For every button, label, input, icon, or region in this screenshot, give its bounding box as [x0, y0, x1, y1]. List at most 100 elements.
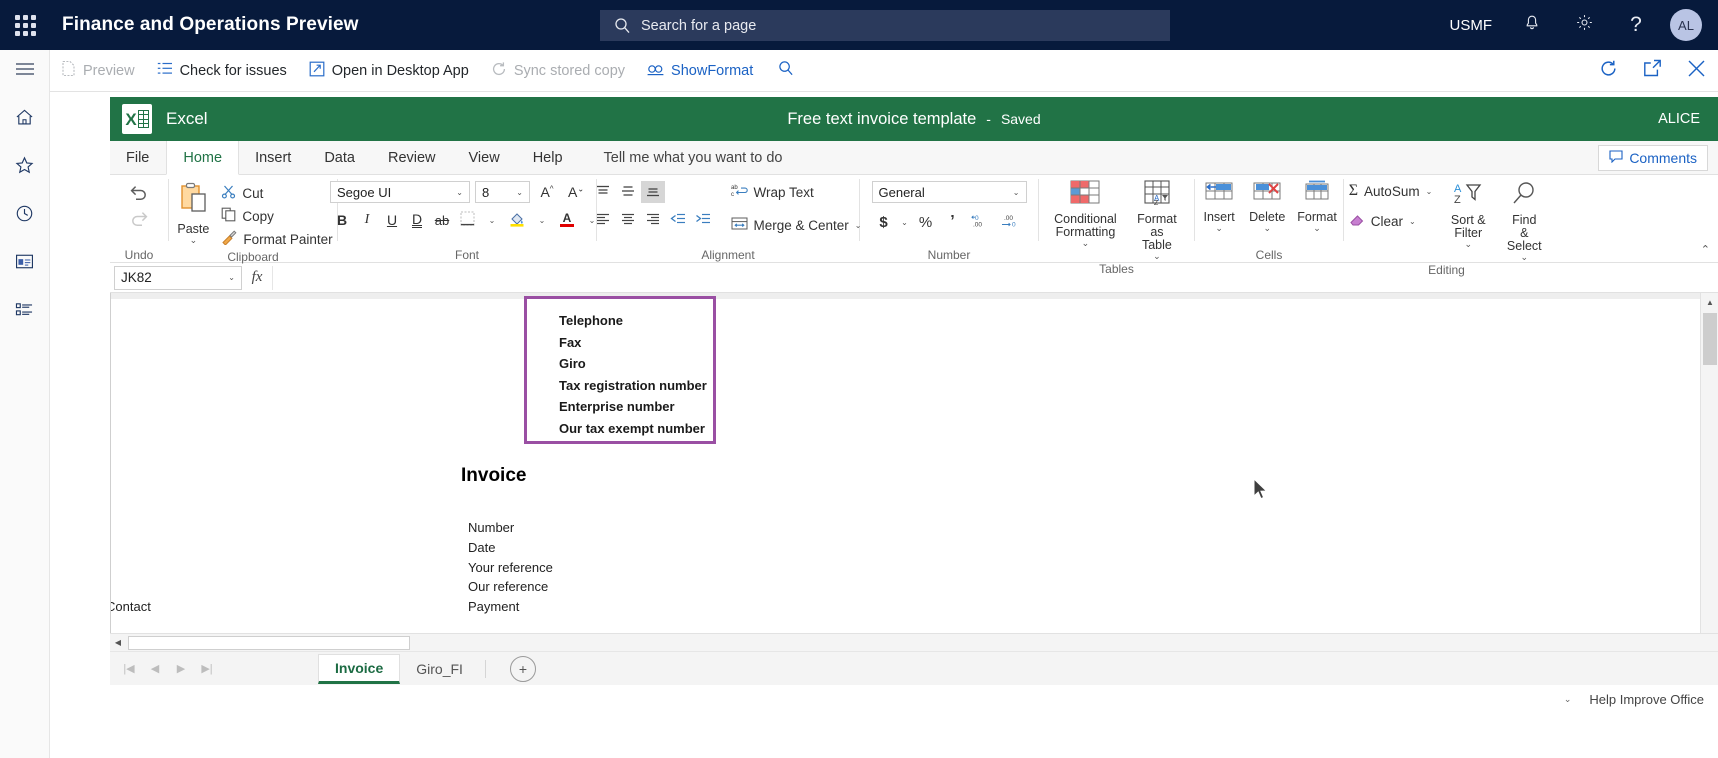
decrease-decimal-button[interactable]: .000 [997, 211, 1023, 233]
decrease-font-size-button[interactable]: A⌄ [564, 181, 588, 203]
font-color-button[interactable]: A [555, 209, 579, 231]
open-in-desktop-app-button[interactable]: Open in Desktop App [298, 50, 480, 92]
paste-button[interactable]: Paste ⌄ [169, 179, 217, 245]
font-size-select[interactable]: 8 ⌄ [475, 181, 530, 203]
showformat-button[interactable]: ShowFormat [636, 50, 764, 92]
strikethrough-button[interactable]: ab [430, 209, 454, 231]
help-button[interactable]: ? [1610, 0, 1662, 50]
name-box[interactable]: JK82 ⌄ [114, 266, 242, 290]
underline-button[interactable]: U [380, 209, 404, 231]
sidebar-item-favorites[interactable] [0, 146, 50, 189]
align-right-button[interactable] [641, 209, 665, 231]
increase-font-size-button[interactable]: A^ [535, 181, 559, 203]
align-bottom-button[interactable] [641, 181, 665, 203]
sidebar-item-home[interactable] [0, 98, 50, 141]
wrap-text-button[interactable]: abc Wrap Text [727, 182, 866, 202]
tab-insert[interactable]: Insert [239, 141, 308, 174]
undo-button[interactable] [127, 183, 151, 205]
chevron-down-icon[interactable]: ⌄ [1263, 224, 1271, 233]
first-sheet-button[interactable]: |◀ [116, 656, 142, 682]
sheet-tab-giro-fi[interactable]: Giro_FI [400, 654, 479, 684]
format-cells-button[interactable]: Format ⌄ [1291, 179, 1343, 233]
sidebar-item-modules[interactable] [0, 290, 50, 333]
horizontal-scroll-thumb[interactable] [128, 636, 410, 650]
selected-range[interactable]: Telephone Fax Giro Tax registration numb… [524, 296, 716, 444]
chevron-down-icon[interactable]: ⌄ [1153, 252, 1161, 261]
fill-color-dropdown[interactable]: ⌄ [530, 209, 554, 231]
chevron-down-icon[interactable]: ⌄ [1426, 187, 1433, 196]
insert-function-button[interactable]: fx [242, 266, 272, 290]
popout-button[interactable] [1630, 50, 1674, 92]
search-input[interactable]: Search for a page [600, 10, 1170, 41]
chevron-down-icon[interactable]: ⌄ [1082, 239, 1090, 248]
chevron-down-icon[interactable]: ⌄ [1313, 224, 1321, 233]
clear-button[interactable]: Clear ⌄ [1345, 211, 1437, 231]
vertical-scroll-thumb[interactable] [1703, 313, 1717, 365]
tab-data[interactable]: Data [308, 141, 372, 174]
align-left-button[interactable] [591, 209, 615, 231]
tab-file[interactable]: File [110, 141, 166, 174]
preview-button[interactable]: Preview [50, 50, 146, 92]
status-expand-chevron-icon[interactable]: ⌄ [1564, 694, 1572, 705]
help-improve-office-label[interactable]: Help Improve Office [1589, 692, 1704, 707]
comma-format-button[interactable]: ʼ [941, 211, 965, 233]
vertical-scrollbar[interactable]: ▲ [1700, 293, 1718, 633]
font-name-select[interactable]: Segoe UI ⌄ [330, 181, 470, 203]
decrease-indent-button[interactable] [666, 209, 690, 231]
chevron-down-icon[interactable]: ⌄ [1521, 253, 1529, 262]
format-as-table-button[interactable]: A Z Format as Table ⌄ [1128, 179, 1186, 261]
autosum-button[interactable]: Σ AutoSum ⌄ [1345, 181, 1437, 201]
horizontal-scrollbar[interactable]: ◀ [110, 633, 1718, 651]
settings-button[interactable] [1558, 0, 1610, 50]
double-underline-button[interactable]: D [405, 209, 429, 231]
chevron-down-icon[interactable]: ⌄ [1215, 224, 1223, 233]
align-center-button[interactable] [616, 209, 640, 231]
borders-dropdown[interactable]: ⌄ [480, 209, 504, 231]
previous-sheet-button[interactable]: ◀ [142, 656, 168, 682]
align-middle-button[interactable] [616, 181, 640, 203]
chevron-down-icon[interactable]: ⌄ [1465, 240, 1473, 249]
refresh-button[interactable] [1586, 50, 1630, 92]
comments-button[interactable]: Comments [1598, 145, 1708, 171]
accounting-format-dropdown[interactable]: ⌄ [899, 211, 911, 233]
borders-button[interactable] [455, 209, 479, 231]
increase-decimal-button[interactable]: 0.00 [968, 211, 994, 233]
align-top-button[interactable] [591, 181, 615, 203]
collapse-ribbon-button[interactable]: ⌃ [1701, 243, 1710, 256]
percent-format-button[interactable]: % [914, 211, 938, 233]
sidebar-item-workspaces[interactable] [0, 242, 50, 285]
tab-review[interactable]: Review [372, 141, 453, 174]
sheet-tab-invoice[interactable]: Invoice [318, 654, 400, 684]
format-painter-button[interactable]: Format Painter [217, 229, 336, 249]
sort-and-filter-button[interactable]: AZ Sort & Filter ⌄ [1444, 181, 1492, 249]
add-sheet-button[interactable]: + [510, 656, 536, 682]
find-and-select-button[interactable]: Find & Select ⌄ [1500, 181, 1548, 262]
scroll-left-arrow[interactable]: ◀ [110, 635, 126, 651]
last-sheet-button[interactable]: ▶| [194, 656, 220, 682]
sync-stored-copy-button[interactable]: Sync stored copy [480, 50, 636, 92]
merge-and-center-button[interactable]: Merge & Center ⌄ [727, 215, 866, 235]
next-sheet-button[interactable]: ▶ [168, 656, 194, 682]
chevron-down-icon[interactable]: ⌄ [190, 236, 198, 245]
italic-button[interactable]: I [355, 209, 379, 231]
company-selector[interactable]: USMF [1436, 17, 1507, 34]
avatar[interactable]: AL [1670, 9, 1702, 41]
chevron-down-icon[interactable]: ⌄ [1409, 217, 1416, 226]
number-format-select[interactable]: General ⌄ [872, 181, 1027, 203]
cut-button[interactable]: Cut [217, 183, 336, 203]
tell-me-input[interactable]: Tell me what you want to do [580, 141, 783, 174]
copy-button[interactable]: Copy [217, 206, 336, 226]
insert-cells-button[interactable]: Insert ⌄ [1195, 179, 1243, 233]
accounting-format-button[interactable]: $ [872, 211, 896, 233]
sidebar-item-recent[interactable] [0, 194, 50, 237]
app-launcher-button[interactable] [0, 0, 50, 50]
conditional-formatting-button[interactable]: Conditional Formatting ⌄ [1047, 179, 1124, 248]
tab-view[interactable]: View [453, 141, 517, 174]
hamburger-menu-button[interactable] [0, 50, 50, 93]
scroll-up-arrow[interactable]: ▲ [1701, 293, 1718, 311]
fill-color-button[interactable] [505, 209, 529, 231]
tab-help[interactable]: Help [517, 141, 580, 174]
delete-cells-button[interactable]: Delete ⌄ [1243, 179, 1291, 233]
horizontal-scroll-track[interactable] [126, 635, 1718, 651]
increase-indent-button[interactable] [691, 209, 715, 231]
